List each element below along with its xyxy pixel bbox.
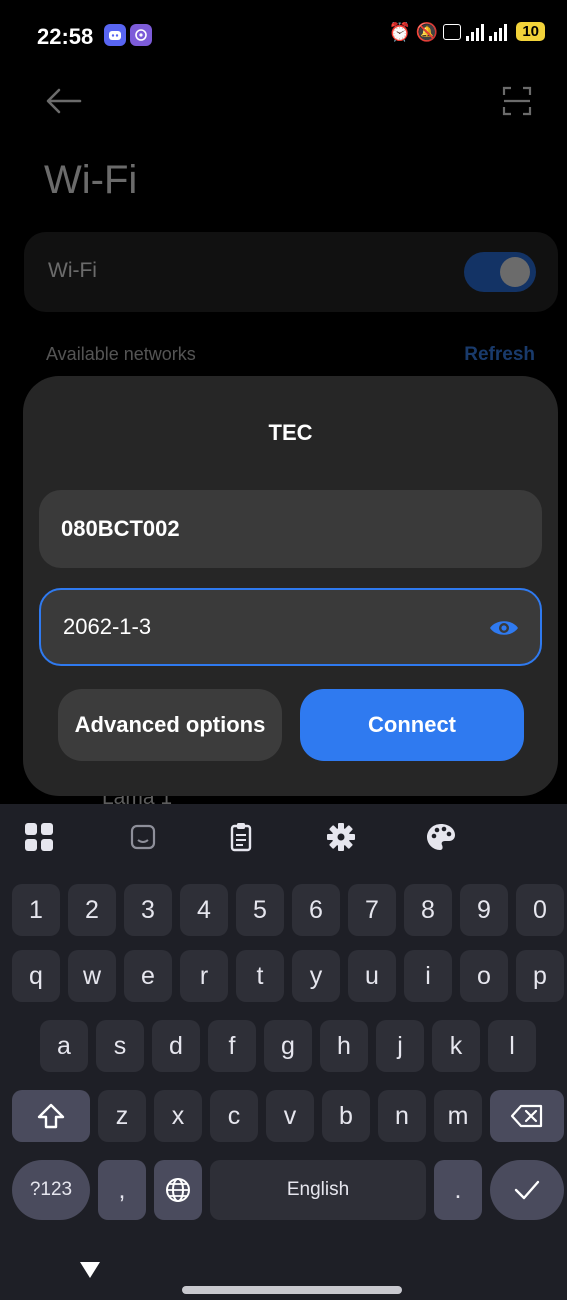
volte-icon: [443, 23, 462, 40]
viber-icon: [130, 24, 152, 46]
back-arrow-icon[interactable]: [44, 86, 84, 116]
palette-icon[interactable]: [424, 820, 458, 854]
soft-keyboard: 1 2 3 4 5 6 7 8 9 0 q w e r t y u i o p …: [0, 804, 567, 1300]
status-bar: 22:58 ⏰ 🔕 10: [0, 0, 567, 70]
key-l[interactable]: l: [488, 1020, 536, 1072]
key-m[interactable]: m: [434, 1090, 482, 1142]
battery-icon: 10: [516, 22, 545, 41]
key-w[interactable]: w: [68, 950, 116, 1002]
wifi-toggle-card[interactable]: Wi-Fi: [24, 232, 558, 312]
connect-button[interactable]: Connect: [300, 689, 524, 761]
dialog-title: TEC: [268, 420, 313, 445]
key-z[interactable]: z: [98, 1090, 146, 1142]
eye-icon[interactable]: [488, 616, 520, 640]
period-key[interactable]: .: [434, 1160, 482, 1220]
key-1[interactable]: 1: [12, 884, 60, 936]
key-t[interactable]: t: [236, 950, 284, 1002]
key-d[interactable]: d: [152, 1020, 200, 1072]
key-y[interactable]: y: [292, 950, 340, 1002]
key-o[interactable]: o: [460, 950, 508, 1002]
qr-scan-icon[interactable]: [502, 86, 532, 116]
key-2[interactable]: 2: [68, 884, 116, 936]
wifi-connect-dialog: TEC Advanced options Connect: [23, 376, 558, 796]
password-input[interactable]: [63, 590, 483, 664]
alarm-icon: ⏰: [388, 21, 411, 42]
key-4[interactable]: 4: [180, 884, 228, 936]
key-g[interactable]: g: [264, 1020, 312, 1072]
key-s[interactable]: s: [96, 1020, 144, 1072]
username-field[interactable]: [39, 490, 542, 568]
key-r[interactable]: r: [180, 950, 228, 1002]
checkmark-icon: [514, 1180, 540, 1200]
key-7[interactable]: 7: [348, 884, 396, 936]
backspace-key[interactable]: [490, 1090, 564, 1142]
advanced-options-button[interactable]: Advanced options: [58, 689, 282, 761]
key-e[interactable]: e: [124, 950, 172, 1002]
key-u[interactable]: u: [348, 950, 396, 1002]
apps-grid-icon[interactable]: [22, 820, 56, 854]
key-f[interactable]: f: [208, 1020, 256, 1072]
key-0[interactable]: 0: [516, 884, 564, 936]
wifi-toggle-label: Wi-Fi: [48, 259, 97, 282]
enter-key[interactable]: [490, 1160, 564, 1220]
silent-icon: 🔕: [415, 21, 439, 42]
key-x[interactable]: x: [154, 1090, 202, 1142]
key-n[interactable]: n: [378, 1090, 426, 1142]
key-h[interactable]: h: [320, 1020, 368, 1072]
available-networks-label: Available networks: [46, 344, 196, 364]
refresh-link[interactable]: Refresh: [464, 344, 535, 366]
key-j[interactable]: j: [376, 1020, 424, 1072]
key-b[interactable]: b: [322, 1090, 370, 1142]
toggle-knob: [500, 257, 530, 287]
status-time: 22:58: [37, 24, 94, 49]
key-p[interactable]: p: [516, 950, 564, 1002]
key-q[interactable]: q: [12, 950, 60, 1002]
key-a[interactable]: a: [40, 1020, 88, 1072]
language-key[interactable]: [154, 1160, 202, 1220]
signal-icon-2: [489, 23, 508, 41]
password-field[interactable]: [39, 588, 542, 666]
key-k[interactable]: k: [432, 1020, 480, 1072]
hide-keyboard-icon[interactable]: [78, 1260, 102, 1280]
shift-key[interactable]: [12, 1090, 90, 1142]
space-key[interactable]: English: [210, 1160, 426, 1220]
key-5[interactable]: 5: [236, 884, 284, 936]
key-v[interactable]: v: [266, 1090, 314, 1142]
globe-icon: [166, 1178, 190, 1202]
username-input[interactable]: [61, 490, 481, 568]
shift-arrow-icon: [37, 1103, 65, 1129]
wifi-toggle-switch[interactable]: [464, 252, 536, 292]
status-icons: ⏰ 🔕 10: [388, 22, 545, 41]
discord-icon: [104, 24, 126, 46]
sticker-icon[interactable]: [126, 820, 160, 854]
settings-gear-icon[interactable]: [324, 820, 358, 854]
key-8[interactable]: 8: [404, 884, 452, 936]
signal-icon: [466, 23, 485, 41]
key-i[interactable]: i: [404, 950, 452, 1002]
clipboard-icon[interactable]: [224, 820, 258, 854]
backspace-icon: [510, 1104, 543, 1128]
key-3[interactable]: 3: [124, 884, 172, 936]
comma-key[interactable]: ,: [98, 1160, 146, 1220]
symbols-key[interactable]: ?123: [12, 1160, 90, 1220]
key-9[interactable]: 9: [460, 884, 508, 936]
home-indicator[interactable]: [182, 1286, 402, 1294]
key-6[interactable]: 6: [292, 884, 340, 936]
key-c[interactable]: c: [210, 1090, 258, 1142]
page-title: Wi-Fi: [44, 158, 138, 202]
